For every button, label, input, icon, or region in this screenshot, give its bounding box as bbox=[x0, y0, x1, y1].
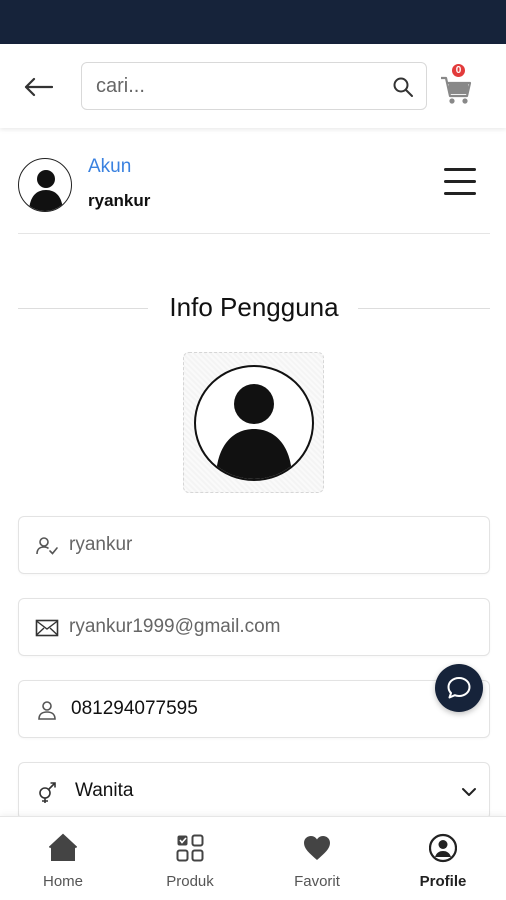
phone-field[interactable]: 081294077595 bbox=[18, 680, 490, 738]
profile-icon bbox=[429, 833, 457, 863]
profile-avatar bbox=[194, 365, 314, 481]
account-header: Akun ryankur bbox=[18, 150, 490, 234]
hamburger-menu-button[interactable] bbox=[444, 168, 476, 196]
username-field[interactable]: ryankur bbox=[18, 516, 490, 574]
cart-button[interactable]: 0 bbox=[438, 63, 474, 106]
chat-button[interactable] bbox=[435, 664, 483, 712]
status-bar bbox=[0, 0, 506, 44]
search-box bbox=[81, 62, 427, 110]
arrow-left-icon bbox=[24, 77, 53, 97]
user-check-icon bbox=[36, 537, 58, 555]
back-button[interactable] bbox=[20, 72, 56, 102]
page-title: Info Pengguna bbox=[157, 292, 351, 322]
home-icon bbox=[49, 833, 77, 861]
email-value: ryankur1999@gmail.com bbox=[69, 616, 281, 637]
user-avatar-icon bbox=[216, 384, 292, 479]
account-label: Akun bbox=[88, 156, 132, 177]
nav-profile[interactable]: Profile bbox=[393, 831, 493, 895]
section-heading: Info Pengguna bbox=[18, 288, 490, 328]
cart-count-badge: 0 bbox=[451, 63, 466, 78]
nav-profile-label: Profile bbox=[419, 873, 467, 890]
nav-produk-label: Produk bbox=[166, 873, 214, 890]
nav-favorit-label: Favorit bbox=[294, 873, 340, 890]
avatar bbox=[18, 158, 72, 212]
email-field[interactable]: ryankur1999@gmail.com bbox=[18, 598, 490, 656]
mail-icon bbox=[35, 619, 59, 637]
nav-home[interactable]: Home bbox=[13, 831, 113, 895]
user-icon bbox=[38, 701, 56, 720]
nav-produk[interactable]: Produk bbox=[140, 831, 240, 895]
bottom-navigation: Home Produk Favorit Profile bbox=[0, 816, 506, 900]
grid-icon bbox=[176, 834, 204, 862]
gender-icon bbox=[39, 782, 56, 803]
chat-bubble-icon bbox=[447, 677, 471, 699]
heart-icon bbox=[304, 836, 330, 860]
nav-home-label: Home bbox=[42, 873, 83, 890]
search-input[interactable] bbox=[96, 63, 386, 109]
profile-photo-upload[interactable] bbox=[183, 352, 324, 493]
gender-select[interactable]: Wanita bbox=[18, 762, 490, 820]
nav-favorit[interactable]: Favorit bbox=[267, 831, 367, 895]
phone-value: 081294077595 bbox=[71, 698, 198, 719]
gender-value: Wanita bbox=[75, 780, 134, 801]
user-avatar-icon bbox=[29, 170, 63, 211]
username-value: ryankur bbox=[69, 534, 133, 555]
account-username: ryankur bbox=[88, 191, 151, 210]
search-icon[interactable] bbox=[392, 76, 414, 98]
chevron-down-icon bbox=[462, 788, 476, 796]
top-bar: 0 bbox=[0, 44, 506, 128]
